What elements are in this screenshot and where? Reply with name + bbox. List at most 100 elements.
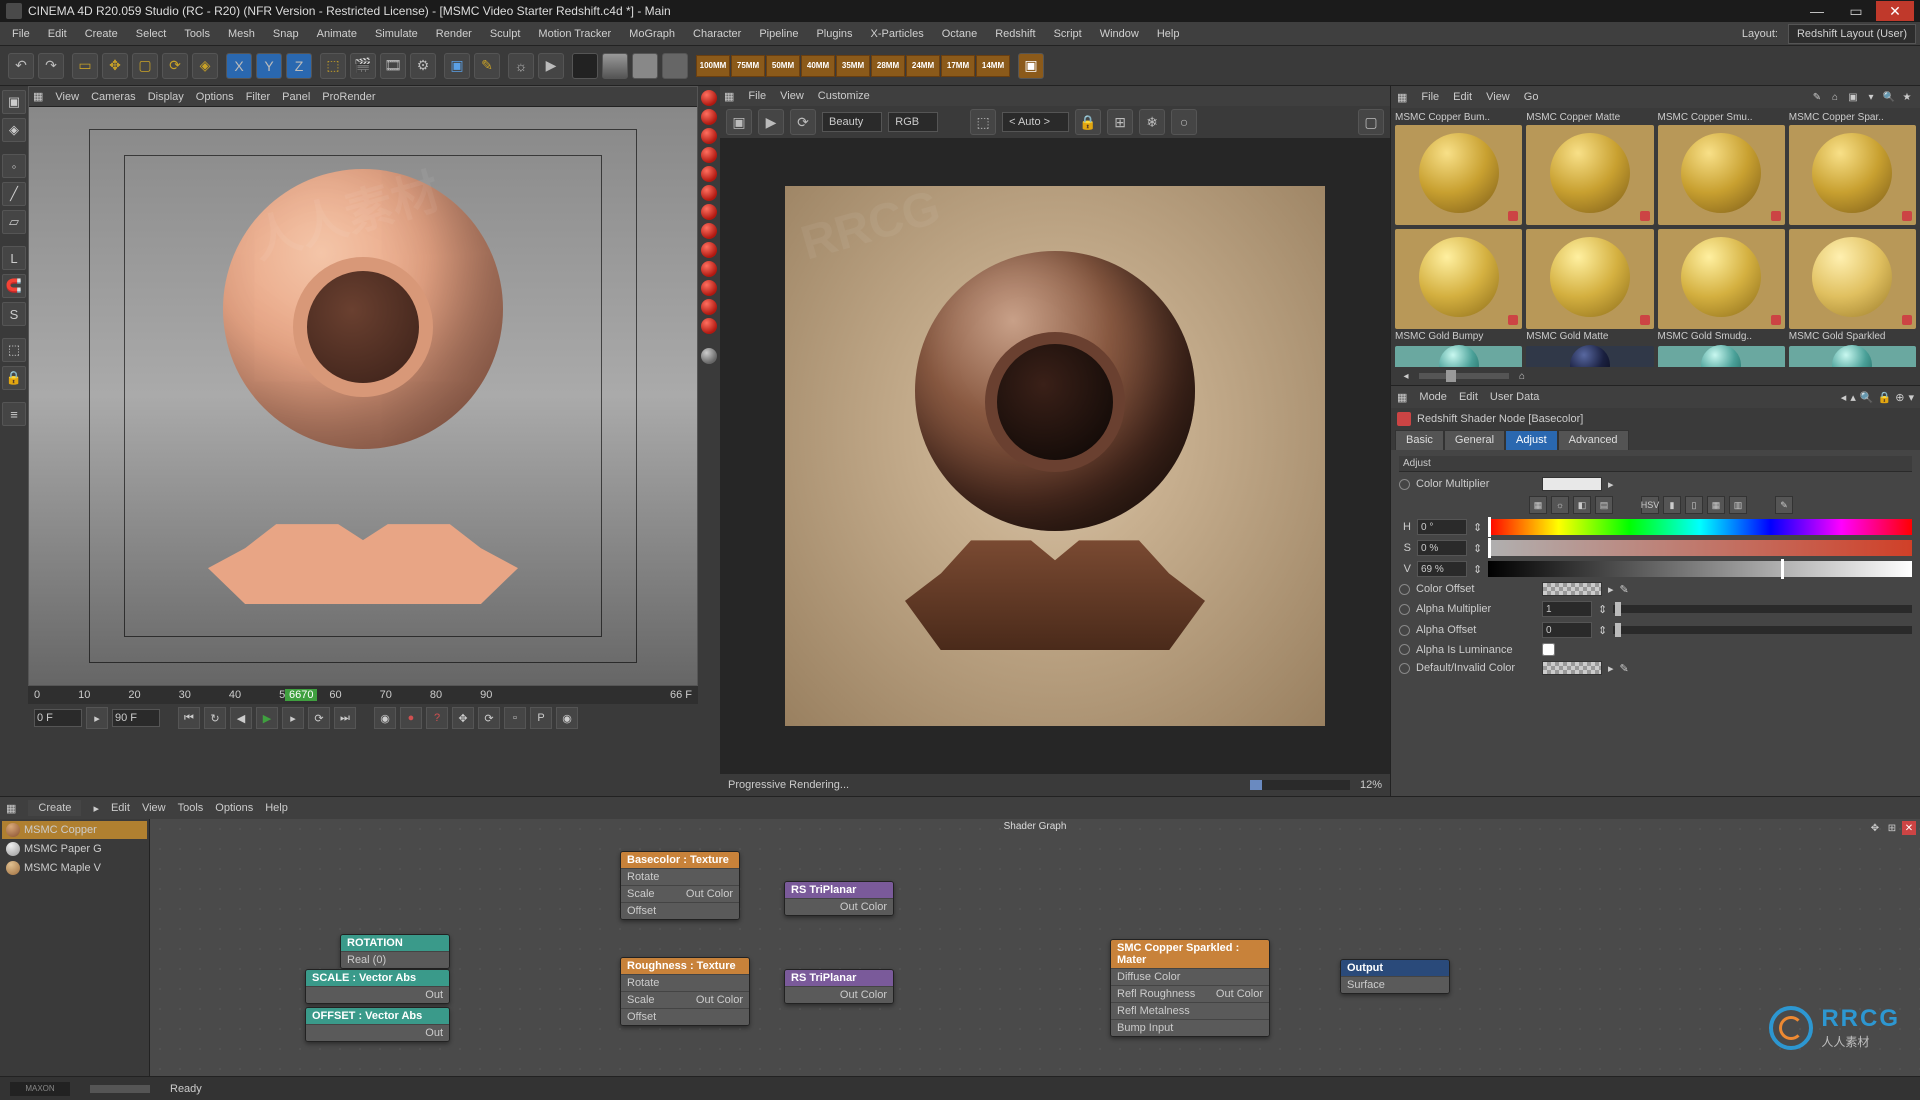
rv-scale-select[interactable]: < Auto >: [1002, 112, 1069, 132]
rs-dot-4[interactable]: [701, 147, 717, 163]
undo-button[interactable]: ↶: [8, 53, 34, 79]
menu-octane[interactable]: Octane: [934, 25, 985, 43]
rv-space-select[interactable]: RGB: [888, 112, 938, 132]
rs-dot-9[interactable]: [701, 242, 717, 258]
param-circle-icon[interactable]: [1399, 644, 1410, 655]
rs-dot-7[interactable]: [701, 204, 717, 220]
timeline-marker[interactable]: 6670: [285, 689, 317, 701]
val-input[interactable]: [1417, 561, 1467, 577]
minimize-button[interactable]: —: [1798, 1, 1836, 21]
rs-dot-1[interactable]: [701, 90, 717, 106]
menu-redshift[interactable]: Redshift: [987, 25, 1043, 43]
vp-cameras[interactable]: Cameras: [91, 91, 136, 103]
move-button[interactable]: ✥: [102, 53, 128, 79]
render-pv-button[interactable]: 🎞: [380, 53, 406, 79]
vp-view[interactable]: View: [55, 91, 79, 103]
vp-filter[interactable]: Filter: [246, 91, 270, 103]
br-home-icon[interactable]: ⌂: [1515, 369, 1529, 383]
material-thumb[interactable]: MSMC Copper Smu..: [1658, 112, 1785, 225]
maximize-button[interactable]: ▭: [1837, 1, 1875, 21]
goto-start-button[interactable]: ⏮: [178, 707, 200, 729]
pen-button[interactable]: ✎: [474, 53, 500, 79]
graph-tool2-icon[interactable]: ⊞: [1885, 821, 1899, 835]
menu-plugins[interactable]: Plugins: [808, 25, 860, 43]
cube-button[interactable]: ▣: [444, 53, 470, 79]
rv-circle-button[interactable]: ○: [1171, 109, 1197, 135]
play-back-button[interactable]: ◀: [230, 707, 252, 729]
point-mode-button[interactable]: ◦: [2, 154, 26, 178]
frame-end-input[interactable]: [112, 709, 160, 727]
param-key-button[interactable]: P: [530, 707, 552, 729]
br-tool4-icon[interactable]: ▾: [1864, 90, 1878, 104]
node-output[interactable]: Output Surface: [1340, 959, 1450, 994]
reload-button[interactable]: ⟳: [308, 707, 330, 729]
alpha-mult-input[interactable]: [1542, 601, 1592, 617]
alpha-lum-checkbox[interactable]: [1542, 643, 1555, 656]
eyedropper-icon[interactable]: ✎: [1775, 496, 1793, 514]
material-thumb[interactable]: [1658, 346, 1785, 367]
menu-edit[interactable]: Edit: [40, 25, 75, 43]
color-mult-arrow-icon[interactable]: ▸: [1608, 478, 1614, 491]
br-zoom-slider[interactable]: [1419, 373, 1509, 379]
z-axis-button[interactable]: Z: [286, 53, 312, 79]
lock-button[interactable]: 🔒: [2, 366, 26, 390]
picker-d-icon[interactable]: ▥: [1729, 496, 1747, 514]
bot-tools[interactable]: Tools: [178, 802, 204, 814]
vp-options[interactable]: Options: [196, 91, 234, 103]
attr-up-icon[interactable]: ▴: [1850, 391, 1856, 404]
play-button[interactable]: ▶: [256, 707, 278, 729]
alpha-offset-input[interactable]: [1542, 622, 1592, 638]
shade1-button[interactable]: [572, 53, 598, 79]
focal-17[interactable]: 17MM: [941, 55, 975, 77]
menu-mesh[interactable]: Mesh: [220, 25, 263, 43]
material-thumb[interactable]: MSMC Gold Smudg..: [1658, 229, 1785, 342]
node-roughness[interactable]: Roughness : Texture Rotate ScaleOut Colo…: [620, 957, 750, 1026]
menu-window[interactable]: Window: [1092, 25, 1147, 43]
create-arrow-icon[interactable]: ▸: [93, 802, 99, 815]
autokey-button[interactable]: ●: [400, 707, 422, 729]
poly-mode-button[interactable]: ▱: [2, 210, 26, 234]
picker-mode4-icon[interactable]: ▤: [1595, 496, 1613, 514]
eyedrop2-icon[interactable]: ✎: [1620, 662, 1629, 675]
focal-40[interactable]: 40MM: [801, 55, 835, 77]
hue-input[interactable]: [1417, 519, 1467, 535]
bot-edit[interactable]: Edit: [111, 802, 130, 814]
picker-mode1-icon[interactable]: ▦: [1529, 496, 1547, 514]
attr-icon[interactable]: ▦: [1397, 391, 1407, 404]
menu-script[interactable]: Script: [1046, 25, 1090, 43]
placement-button[interactable]: ◈: [192, 53, 218, 79]
browser-icon[interactable]: ▦: [1397, 91, 1407, 104]
rv-refresh-button[interactable]: ⟳: [790, 109, 816, 135]
model-mode-button[interactable]: ▣: [2, 90, 26, 114]
color-mult-swatch[interactable]: [1542, 477, 1602, 491]
rv-lock-button[interactable]: 🔒: [1075, 109, 1101, 135]
material-thumb[interactable]: [1526, 346, 1653, 367]
material-thumb[interactable]: [1395, 346, 1522, 367]
menu-mograph[interactable]: MoGraph: [621, 25, 683, 43]
list-item[interactable]: MSMC Paper G: [2, 840, 147, 858]
node-rotation[interactable]: ROTATION Real (0): [340, 934, 450, 969]
br-file[interactable]: File: [1421, 91, 1439, 103]
rot-key-button[interactable]: ⟳: [478, 707, 500, 729]
y-axis-button[interactable]: Y: [256, 53, 282, 79]
material-thumb[interactable]: MSMC Copper Matte: [1526, 112, 1653, 225]
soft-sel-button[interactable]: S: [2, 302, 26, 326]
coord-system-button[interactable]: ⬚: [320, 53, 346, 79]
scale-key-button[interactable]: ▫: [504, 707, 526, 729]
picker-a-icon[interactable]: ▮: [1663, 496, 1681, 514]
rv-grid-button[interactable]: ⊞: [1107, 109, 1133, 135]
rs-dot-13[interactable]: [701, 318, 717, 334]
pla-key-button[interactable]: ◉: [556, 707, 578, 729]
list-item[interactable]: MSMC Copper: [2, 821, 147, 839]
val-slider[interactable]: [1488, 561, 1912, 577]
tab-general[interactable]: General: [1444, 430, 1505, 450]
rs-dot-3[interactable]: [701, 128, 717, 144]
br-tool2-icon[interactable]: ⌂: [1828, 90, 1842, 104]
timeline-ruler[interactable]: 01020 304050 607080 90 6670 66 F: [28, 686, 698, 704]
viewport-solo-button[interactable]: ▣: [1018, 53, 1044, 79]
menu-sculpt[interactable]: Sculpt: [482, 25, 529, 43]
shader-graph[interactable]: Shader Graph ROTATION Real (0) SCALE : V…: [150, 819, 1920, 1076]
shade3-button[interactable]: [632, 53, 658, 79]
menu-help[interactable]: Help: [1149, 25, 1188, 43]
layer-button[interactable]: ≡: [2, 402, 26, 426]
